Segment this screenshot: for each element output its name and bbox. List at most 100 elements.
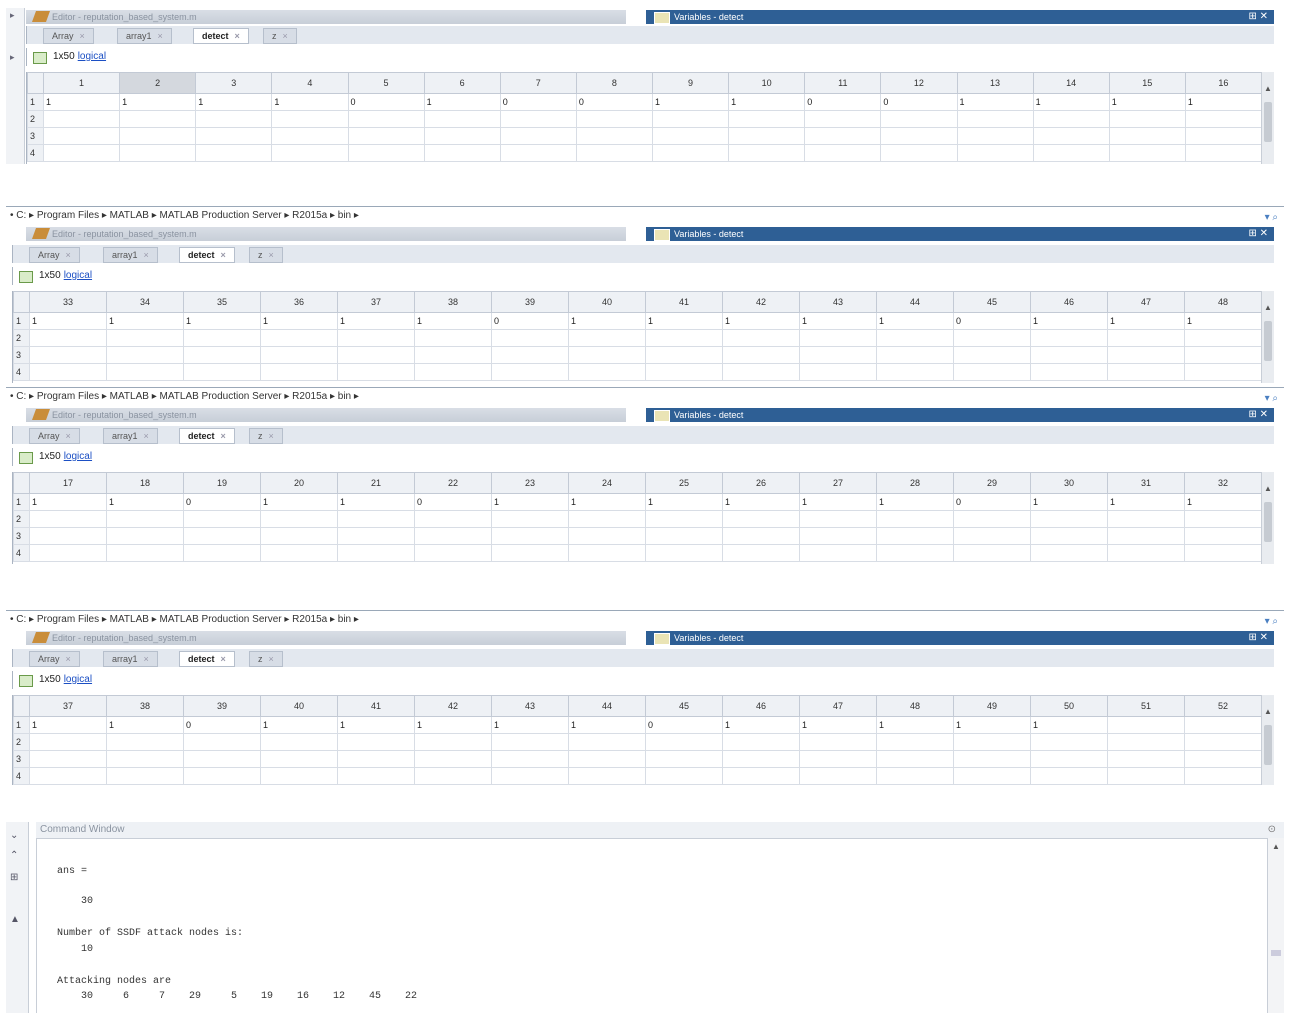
close-icon[interactable]: × [144, 654, 149, 664]
table-cell[interactable] [183, 767, 261, 785]
table-cell[interactable] [499, 144, 577, 162]
table-cell[interactable] [29, 733, 107, 751]
table-cell[interactable] [1032, 144, 1110, 162]
row-header[interactable]: 4 [27, 144, 44, 162]
column-header[interactable]: 38 [106, 695, 184, 717]
table-cell[interactable]: 1 [876, 493, 954, 511]
column-header[interactable]: 43 [491, 695, 569, 717]
window-buttons[interactable]: ⊞ ✕ [1248, 10, 1268, 24]
command-scrollbar[interactable]: ▲ [1267, 838, 1284, 1013]
variable-grid[interactable]: 1 2 3 4 5 6 7 8 9 10 11 12 13 14 15 16 1111101001100111… [26, 72, 1263, 164]
class-link[interactable]: logical [78, 51, 106, 62]
table-cell[interactable] [183, 750, 261, 768]
window-buttons[interactable]: ⊞ ✕ [1248, 408, 1268, 422]
row-header[interactable]: 2 [13, 510, 30, 528]
table-cell[interactable] [953, 544, 1031, 562]
table-cell[interactable] [568, 544, 646, 562]
table-cell[interactable]: 1 [1030, 716, 1108, 734]
table-cell[interactable] [1107, 716, 1185, 734]
table-cell[interactable] [799, 527, 877, 545]
table-cell[interactable] [876, 329, 954, 347]
table-cell[interactable] [271, 127, 349, 145]
table-cell[interactable] [799, 750, 877, 768]
table-cell[interactable] [645, 346, 723, 364]
table-cell[interactable] [953, 346, 1031, 364]
column-header[interactable]: 25 [645, 472, 723, 494]
table-cell[interactable] [1032, 127, 1110, 145]
table-cell[interactable] [799, 544, 877, 562]
column-header[interactable]: 44 [876, 291, 954, 313]
table-cell[interactable] [491, 510, 569, 528]
table-cell[interactable] [1030, 510, 1108, 528]
table-cell[interactable] [414, 544, 492, 562]
table-cell[interactable] [337, 346, 415, 364]
table-cell[interactable]: 1 [1184, 493, 1262, 511]
table-cell[interactable] [414, 733, 492, 751]
column-header[interactable]: 29 [953, 472, 1031, 494]
table-cell[interactable]: 1 [260, 312, 338, 330]
editor-title[interactable]: Editor - reputation_based_system.m [26, 227, 626, 241]
tab-z[interactable]: z × [263, 28, 297, 44]
table-cell[interactable]: 1 [491, 493, 569, 511]
tab-array1[interactable]: array1 × [103, 247, 158, 263]
column-header[interactable]: 37 [337, 291, 415, 313]
table-cell[interactable]: 1 [722, 716, 800, 734]
table-cell[interactable] [271, 110, 349, 128]
table-cell[interactable] [1184, 544, 1262, 562]
table-cell[interactable]: 1 [42, 93, 121, 111]
table-cell[interactable] [119, 144, 197, 162]
address-bar[interactable]: • C: ▸ Program Files ▸ MATLAB ▸ MATLAB P… [6, 610, 1284, 629]
column-header[interactable]: 22 [414, 472, 492, 494]
tab-array[interactable]: Array × [29, 428, 80, 444]
table-cell[interactable] [260, 329, 338, 347]
table-cell[interactable]: 1 [1184, 312, 1262, 330]
table-cell[interactable] [956, 110, 1034, 128]
table-cell[interactable]: 1 [651, 93, 730, 111]
table-cell[interactable]: 1 [568, 312, 646, 330]
table-cell[interactable]: 1 [414, 312, 492, 330]
table-cell[interactable] [1107, 346, 1185, 364]
table-cell[interactable] [1184, 346, 1262, 364]
table-cell[interactable]: 1 [491, 716, 569, 734]
row-header[interactable]: 3 [27, 127, 44, 145]
table-cell[interactable]: 0 [645, 716, 723, 734]
close-icon[interactable]: × [144, 250, 149, 260]
corner-cell[interactable] [27, 72, 44, 94]
tab-array1[interactable]: array1 × [117, 28, 172, 44]
column-header[interactable]: 39 [491, 291, 569, 313]
table-cell[interactable] [722, 510, 800, 528]
table-cell[interactable]: 0 [499, 93, 577, 111]
column-header[interactable]: 12 [880, 72, 958, 94]
vertical-scrollbar[interactable]: ▲ [1261, 472, 1274, 564]
column-header[interactable]: 15 [1108, 72, 1186, 94]
table-cell[interactable] [1184, 127, 1263, 145]
table-cell[interactable]: 0 [880, 93, 958, 111]
close-icon[interactable]: × [144, 431, 149, 441]
table-cell[interactable] [1184, 733, 1262, 751]
table-cell[interactable] [876, 544, 954, 562]
row-header[interactable]: 4 [13, 363, 30, 381]
corner-cell[interactable] [13, 695, 30, 717]
table-cell[interactable] [183, 329, 261, 347]
tab-detect[interactable]: detect × [193, 28, 249, 44]
table-cell[interactable] [651, 144, 730, 162]
close-icon[interactable]: × [221, 250, 226, 260]
table-cell[interactable] [414, 767, 492, 785]
column-header[interactable]: 47 [1107, 291, 1185, 313]
table-cell[interactable] [799, 767, 877, 785]
table-cell[interactable]: 1 [29, 716, 107, 734]
table-cell[interactable] [722, 329, 800, 347]
table-cell[interactable] [568, 767, 646, 785]
table-cell[interactable]: 1 [799, 493, 877, 511]
table-cell[interactable] [260, 363, 338, 381]
command-output[interactable]: ans = 30 Number of SSDF attack nodes is:… [36, 838, 1268, 1013]
tab-array[interactable]: Array × [29, 247, 80, 263]
column-header[interactable]: 17 [29, 472, 107, 494]
table-cell[interactable] [414, 363, 492, 381]
table-cell[interactable] [1032, 110, 1110, 128]
table-cell[interactable] [880, 110, 958, 128]
column-header[interactable]: 10 [728, 72, 806, 94]
table-cell[interactable]: 1 [1107, 312, 1185, 330]
table-cell[interactable]: 1 [953, 716, 1031, 734]
table-cell[interactable] [106, 544, 184, 562]
